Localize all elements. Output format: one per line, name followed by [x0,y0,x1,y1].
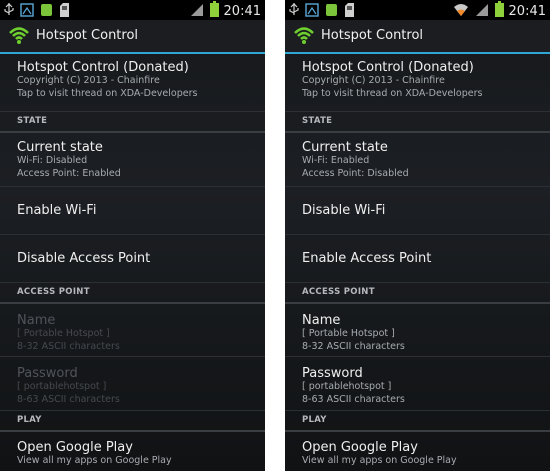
ap-state-text: Access Point: Disabled [302,167,409,179]
ap-password-pref: Password [ portablehotspot ] 8-63 ASCII … [0,357,265,411]
category-play: PLAY [0,411,265,432]
screenshot-icon [20,2,34,21]
about-copyright: Copyright (C) 2013 - Chainfire [17,75,160,86]
ap-password-hint: 8-63 ASCII characters [17,393,120,405]
open-play-sub: View all my apps on Google Play [17,455,172,466]
category-access-point-label: ACCESS POINT [17,287,90,297]
battery-icon [209,1,219,21]
usb-icon [4,2,14,21]
ap-name-pref: Name [ Portable Hotspot ] 8-32 ASCII cha… [0,304,265,357]
ap-password-value: [ portablehotspot ] [17,381,107,392]
sd-card-icon [344,2,355,21]
phone-screen-right: 20:41 Hotspot Control Hotspot Control (D… [285,0,550,471]
ap-toggle-label: Disable Access Point [17,251,151,266]
ap-name-title: Name [17,313,56,328]
about-title: Hotspot Control (Donated) [302,60,474,75]
ap-toggle-label: Enable Access Point [302,251,432,266]
status-time: 20:41 [223,3,261,19]
current-state-pref[interactable]: Current state Wi-Fi: Disabled Access Poi… [0,133,265,187]
sd-card-icon [59,2,70,21]
status-time: 20:41 [508,3,546,19]
category-play-label: PLAY [17,415,42,425]
status-bar: 20:41 [0,0,265,20]
category-access-point: ACCESS POINT [285,283,550,304]
ap-name-hint: 8-32 ASCII characters [302,340,405,352]
notification-icon [325,2,338,21]
open-play-pref[interactable]: Open Google Play View all my apps on Goo… [0,432,265,471]
ap-name-title: Name [302,313,341,328]
category-access-point: ACCESS POINT [0,283,265,304]
ap-name-hint: 8-32 ASCII characters [17,340,120,352]
category-access-point-label: ACCESS POINT [302,287,375,297]
about-title: Hotspot Control (Donated) [17,60,189,75]
status-bar: 20:41 [285,0,550,20]
ap-toggle-pref[interactable]: Disable Access Point [0,235,265,283]
wifi-state-text: Wi-Fi: Enabled [302,155,370,166]
wifi-icon [453,2,469,21]
wifi-toggle-pref[interactable]: Disable Wi-Fi [285,187,550,235]
wifi-toggle-label: Disable Wi-Fi [302,203,386,218]
wifi-state-text: Wi-Fi: Disabled [17,155,88,166]
open-play-sub: View all my apps on Google Play [302,455,457,466]
about-link-text: Tap to visit thread on XDA-Developers [302,87,483,99]
signal-icon [474,2,490,21]
app-title: Hotspot Control [36,28,139,43]
phone-screen-left: 20:41 Hotspot Control Hotspot Control (D… [0,0,265,471]
preferences-list: Hotspot Control (Donated) Copyright (C) … [285,54,550,471]
screenshot-icon [305,2,319,21]
open-play-pref[interactable]: Open Google Play View all my apps on Goo… [285,432,550,471]
ap-toggle-pref[interactable]: Enable Access Point [285,235,550,283]
status-icons-right: 20:41 [453,1,546,21]
signal-icon [189,2,205,21]
battery-icon [494,1,504,21]
action-bar: Hotspot Control [285,20,550,54]
ap-name-pref[interactable]: Name [ Portable Hotspot ] 8-32 ASCII cha… [285,304,550,357]
about-copyright: Copyright (C) 2013 - Chainfire [302,75,445,86]
current-state-pref[interactable]: Current state Wi-Fi: Enabled Access Poin… [285,133,550,187]
status-icons-left [289,2,355,21]
ap-password-title: Password [302,366,363,381]
wifi-toggle-label: Enable Wi-Fi [17,203,97,218]
category-play-label: PLAY [302,415,327,425]
ap-state-text: Access Point: Enabled [17,167,121,179]
ap-password-hint: 8-63 ASCII characters [302,393,405,405]
category-state-label: STATE [302,116,333,126]
category-state-label: STATE [17,116,48,126]
ap-name-value: [ Portable Hotspot ] [17,328,110,339]
hotspot-logo-icon [293,25,315,49]
hotspot-logo-icon [8,25,30,49]
about-link-text: Tap to visit thread on XDA-Developers [17,87,198,99]
current-state-title: Current state [17,140,103,155]
status-icons-right: 20:41 [189,1,261,21]
ap-password-value: [ portablehotspot ] [302,381,392,392]
status-icons-left [4,2,70,21]
current-state-title: Current state [302,140,388,155]
screenshot-gap [265,0,285,471]
notification-icon [40,2,53,21]
app-title: Hotspot Control [321,28,424,43]
ap-name-value: [ Portable Hotspot ] [302,328,395,339]
ap-password-pref[interactable]: Password [ portablehotspot ] 8-63 ASCII … [285,357,550,411]
preferences-list: Hotspot Control (Donated) Copyright (C) … [0,54,265,471]
category-state: STATE [0,112,265,133]
open-play-title: Open Google Play [302,440,418,455]
category-state: STATE [285,112,550,133]
category-play: PLAY [285,411,550,432]
open-play-title: Open Google Play [17,440,133,455]
ap-password-title: Password [17,366,78,381]
about-pref[interactable]: Hotspot Control (Donated) Copyright (C) … [0,54,265,112]
action-bar: Hotspot Control [0,20,265,54]
usb-icon [289,2,299,21]
wifi-toggle-pref[interactable]: Enable Wi-Fi [0,187,265,235]
about-pref[interactable]: Hotspot Control (Donated) Copyright (C) … [285,54,550,112]
